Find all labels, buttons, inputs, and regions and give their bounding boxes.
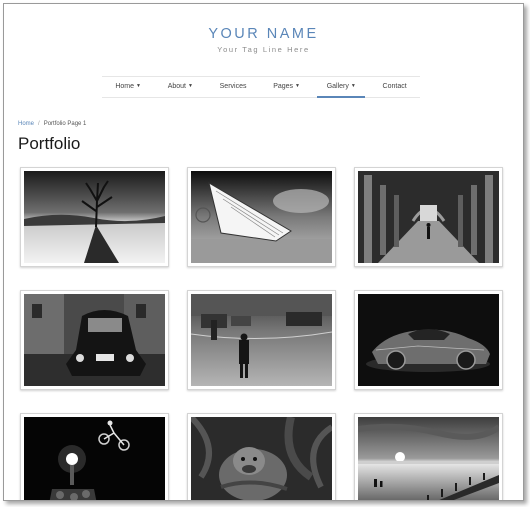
nav-item-home[interactable]: Home ▼ — [102, 77, 154, 97]
caret-down-icon: ▼ — [136, 83, 141, 89]
nav-label: Gallery — [326, 83, 349, 90]
breadcrumb: Home / Portfolio Page 1 — [18, 121, 86, 127]
nav-label: About — [167, 83, 186, 90]
nav-label: Contact — [382, 83, 407, 90]
portfolio-grid — [20, 167, 503, 500]
portfolio-item-colonnade[interactable] — [354, 167, 503, 267]
rainy-street-photo — [191, 294, 332, 386]
portfolio-item-dead-tree[interactable] — [20, 167, 169, 267]
portfolio-item-rowboat[interactable] — [187, 167, 336, 267]
portfolio-item-seaside[interactable] — [354, 413, 503, 500]
portfolio-item-orangutan[interactable] — [187, 413, 336, 500]
nav-item-pages[interactable]: Pages ▼ — [260, 77, 314, 97]
caret-down-icon: ▼ — [187, 83, 193, 89]
breadcrumb-current: Portfolio Page 1 — [43, 121, 87, 127]
caret-down-icon: ▼ — [350, 83, 356, 89]
colonnade-photo — [358, 171, 499, 263]
caret-down-icon: ▼ — [295, 83, 300, 89]
site-logo[interactable]: YOUR NAME — [4, 26, 523, 42]
site-tagline: Your Tag Line Here — [217, 45, 310, 54]
nav-item-gallery[interactable]: Gallery ▼ — [313, 77, 369, 98]
nav-item-contact[interactable]: Contact — [369, 77, 420, 97]
nav-item-services[interactable]: Services — [206, 77, 260, 97]
vintage-car-photo — [24, 294, 165, 386]
portfolio-item-bike-jump[interactable] — [20, 413, 169, 500]
rowboat-photo — [191, 171, 332, 263]
nav-label: Home — [115, 83, 135, 90]
breadcrumb-home-link[interactable]: Home — [18, 121, 34, 127]
portfolio-item-rainy-street[interactable] — [187, 290, 336, 390]
portfolio-item-sports-car[interactable] — [354, 290, 503, 390]
orangutan-photo — [191, 417, 332, 500]
seaside-photo — [358, 417, 499, 500]
page-frame: YOUR NAME Your Tag Line Here Home ▼ About… — [3, 3, 524, 501]
site-header: YOUR NAME Your Tag Line Here — [4, 26, 523, 54]
nav-label: Pages — [273, 83, 294, 90]
page-title: Portfolio — [18, 134, 81, 153]
nav-label: Services — [219, 83, 247, 90]
dead-tree-photo — [24, 171, 165, 263]
portfolio-item-vintage-car[interactable] — [20, 290, 169, 390]
bike-jump-photo — [24, 417, 165, 500]
sports-car-photo — [358, 294, 499, 386]
main-nav: Home ▼ About ▼ Services Pages ▼ Gallery ▼ Co… — [102, 76, 420, 98]
breadcrumb-separator: / — [38, 121, 40, 127]
nav-item-about[interactable]: About ▼ — [154, 77, 206, 97]
